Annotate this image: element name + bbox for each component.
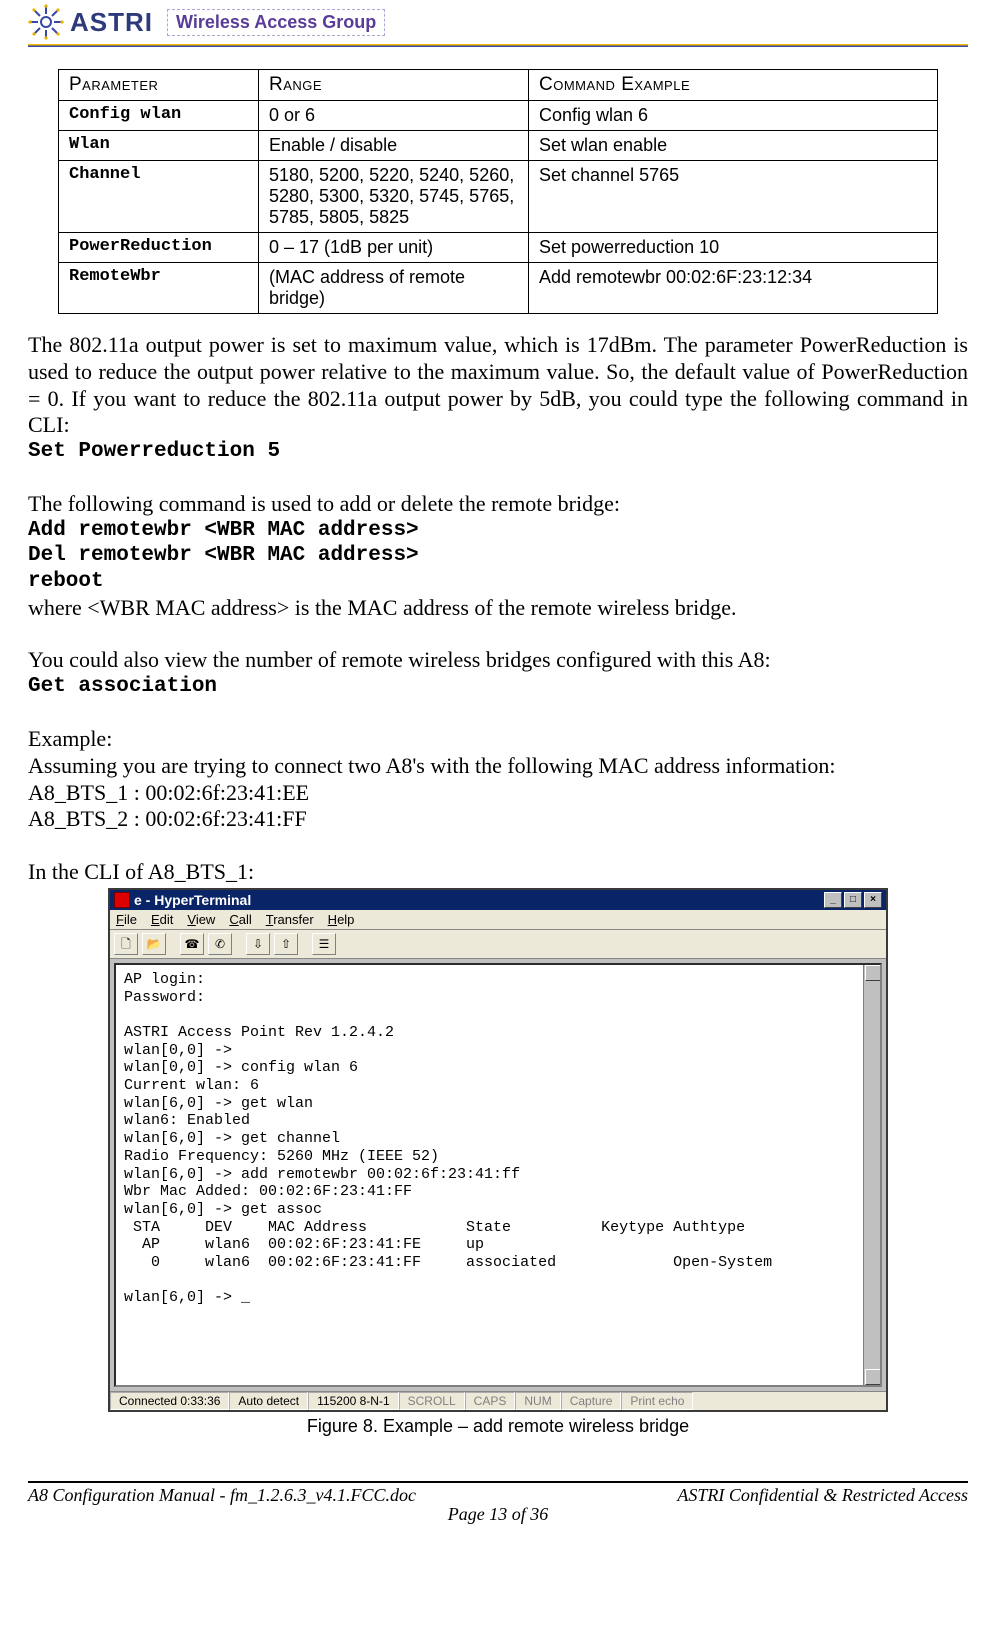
window-titlebar[interactable]: e - HyperTerminal _ □ × [110, 890, 886, 910]
status-autodetect: Auto detect [229, 1392, 308, 1410]
menu-transfer[interactable]: Transfer [266, 912, 314, 927]
menu-file[interactable]: File [116, 912, 137, 927]
status-connected: Connected 0:33:36 [110, 1392, 229, 1410]
terminal-output[interactable]: AP login: Password: ASTRI Access Point R… [114, 963, 882, 1387]
example-label: Example: [28, 726, 968, 753]
hyperterminal-window: e - HyperTerminal _ □ × File Edit View C… [108, 888, 888, 1412]
cli-intro: In the CLI of A8_BTS_1: [28, 859, 968, 886]
table-row: Wlan Enable / disable Set wlan enable [59, 131, 938, 161]
status-caps: CAPS [465, 1392, 516, 1410]
tb-disconnect-icon[interactable]: ✆ [208, 933, 232, 955]
cell-range: 0 – 17 (1dB per unit) [259, 233, 529, 263]
status-scroll: SCROLL [399, 1392, 465, 1410]
table-row: Config wlan 0 or 6 Config wlan 6 [59, 101, 938, 131]
toolbar: 🗋 📂 ☎ ✆ ⇩ ⇧ ☰ [110, 930, 886, 959]
menu-view[interactable]: View [187, 912, 215, 927]
menu-bar[interactable]: File Edit View Call Transfer Help [110, 910, 886, 930]
paragraph-power: The 802.11a output power is set to maxim… [28, 332, 968, 439]
cell-example: Set channel 5765 [529, 161, 938, 233]
cmd-del-remotewbr: Del remotewbr <WBR MAC address> [28, 543, 968, 569]
cell-range: 5180, 5200, 5220, 5240, 5260, 5280, 5300… [259, 161, 529, 233]
cmd-add-remotewbr: Add remotewbr <WBR MAC address> [28, 518, 968, 544]
footer-separator [28, 1481, 968, 1483]
wireless-access-group-label: Wireless Access Group [167, 9, 385, 36]
cell-param: RemoteWbr [59, 263, 259, 314]
logo: ASTRI [28, 4, 153, 40]
paragraph-bridge-intro: The following command is used to add or … [28, 491, 968, 518]
parameter-table: Parameter Range Command Example Config w… [58, 69, 938, 314]
cell-param: Wlan [59, 131, 259, 161]
cell-range: 0 or 6 [259, 101, 529, 131]
logo-star-icon [28, 4, 64, 40]
close-button[interactable]: × [864, 892, 882, 908]
tb-connect-icon[interactable]: ☎ [180, 933, 204, 955]
cell-example: Set powerreduction 10 [529, 233, 938, 263]
paragraph-association: You could also view the number of remote… [28, 647, 968, 674]
menu-edit[interactable]: Edit [151, 912, 173, 927]
tb-properties-icon[interactable]: ☰ [312, 933, 336, 955]
status-num: NUM [515, 1392, 560, 1410]
cell-example: Add remotewbr 00:02:6F:23:12:34 [529, 263, 938, 314]
cell-range: (MAC address of remote bridge) [259, 263, 529, 314]
figure-caption: Figure 8. Example – add remote wireless … [108, 1416, 888, 1437]
status-bar: Connected 0:33:36 Auto detect 115200 8-N… [110, 1391, 886, 1410]
cmd-reboot: reboot [28, 569, 968, 595]
status-line: 115200 8-N-1 [308, 1392, 399, 1410]
cell-param: Config wlan [59, 101, 259, 131]
vertical-scrollbar[interactable] [863, 965, 880, 1385]
cell-example: Config wlan 6 [529, 101, 938, 131]
footer-right: ASTRI Confidential & Restricted Access [677, 1485, 968, 1506]
table-head-row: Parameter Range Command Example [59, 70, 938, 101]
cell-param: PowerReduction [59, 233, 259, 263]
cell-param: Channel [59, 161, 259, 233]
col-range: Range [259, 70, 529, 101]
col-example: Command Example [529, 70, 938, 101]
cell-example: Set wlan enable [529, 131, 938, 161]
mac-bts2: A8_BTS_2 : 00:02:6f:23:41:FF [28, 806, 968, 833]
menu-help[interactable]: Help [328, 912, 355, 927]
table-row: PowerReduction 0 – 17 (1dB per unit) Set… [59, 233, 938, 263]
note-wbr-mac: where <WBR MAC address> is the MAC addre… [28, 595, 968, 622]
footer-page: Page 13 of 36 [28, 1504, 968, 1525]
maximize-button[interactable]: □ [844, 892, 862, 908]
footer-bar: A8 Configuration Manual - fm_1.2.6.3_v4.… [28, 1485, 968, 1506]
cell-range: Enable / disable [259, 131, 529, 161]
body-text: The 802.11a output power is set to maxim… [28, 332, 968, 886]
minimize-button[interactable]: _ [824, 892, 842, 908]
menu-call[interactable]: Call [229, 912, 251, 927]
table-row: RemoteWbr (MAC address of remote bridge)… [59, 263, 938, 314]
cmd-get-association: Get association [28, 674, 968, 700]
cmd-set-powerreduction: Set Powerreduction 5 [28, 439, 968, 465]
header-separator [28, 44, 968, 47]
tb-receive-icon[interactable]: ⇧ [274, 933, 298, 955]
page-header: ASTRI Wireless Access Group [28, 0, 968, 42]
footer-left: A8 Configuration Manual - fm_1.2.6.3_v4.… [28, 1485, 416, 1506]
brand-text: ASTRI [70, 7, 153, 38]
app-icon [114, 892, 130, 908]
tb-open-icon[interactable]: 📂 [142, 933, 166, 955]
tb-send-icon[interactable]: ⇩ [246, 933, 270, 955]
col-parameter: Parameter [59, 70, 259, 101]
example-intro: Assuming you are trying to connect two A… [28, 753, 968, 780]
mac-bts1: A8_BTS_1 : 00:02:6f:23:41:EE [28, 780, 968, 807]
table-row: Channel 5180, 5200, 5220, 5240, 5260, 52… [59, 161, 938, 233]
window-title: e - HyperTerminal [134, 892, 251, 908]
terminal-figure: e - HyperTerminal _ □ × File Edit View C… [108, 888, 888, 1437]
status-capture: Capture [561, 1392, 622, 1410]
tb-new-icon[interactable]: 🗋 [114, 933, 138, 955]
status-echo: Print echo [621, 1392, 693, 1410]
